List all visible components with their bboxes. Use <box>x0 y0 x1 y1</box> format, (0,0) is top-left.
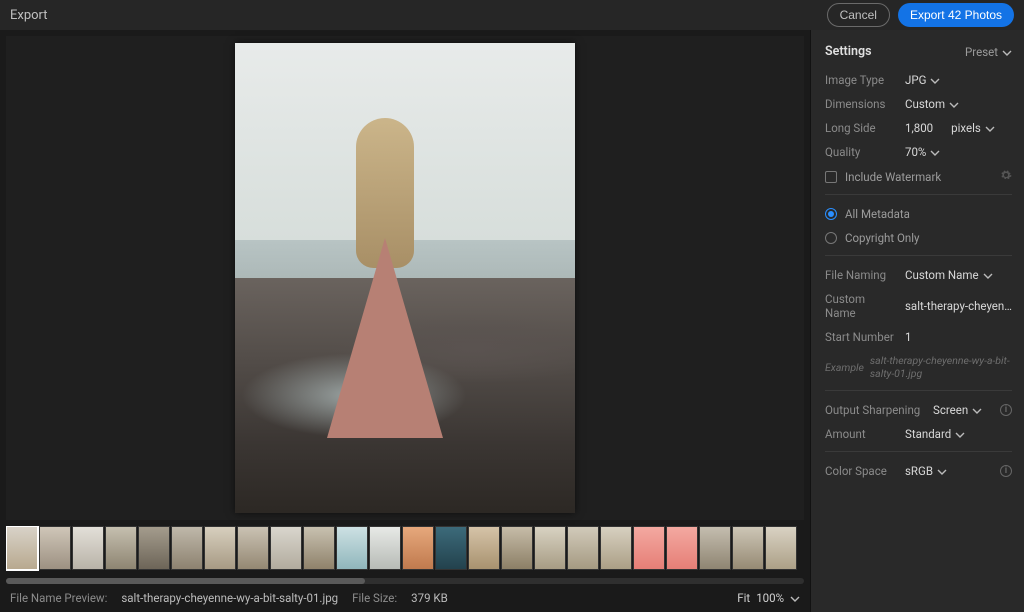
file-naming-select[interactable]: Custom Name <box>905 268 993 282</box>
chevron-down-icon <box>790 593 800 603</box>
filesize-value: 379 KB <box>411 591 448 605</box>
image-type-select[interactable]: JPG <box>905 73 940 87</box>
dimensions-select[interactable]: Custom <box>905 97 959 111</box>
thumbnail[interactable] <box>105 526 137 570</box>
amount-select[interactable]: Standard <box>905 427 965 441</box>
thumbnail[interactable] <box>666 526 698 570</box>
info-icon[interactable]: i <box>1000 404 1012 416</box>
filesize-label: File Size: <box>352 591 397 605</box>
start-number-label: Start Number <box>825 330 897 344</box>
color-space-label: Color Space <box>825 464 897 478</box>
info-icon[interactable]: i <box>1000 465 1012 477</box>
titlebar: Export Cancel Export 42 Photos <box>0 0 1024 30</box>
chevron-down-icon <box>937 466 947 476</box>
settings-panel: Settings Preset Image Type JPG Dimension… <box>810 30 1024 612</box>
thumbnail[interactable] <box>468 526 500 570</box>
thumbnail[interactable] <box>699 526 731 570</box>
thumbnail[interactable] <box>204 526 236 570</box>
filename-preview-value: salt-therapy-cheyenne-wy-a-bit-salty-01.… <box>121 591 338 605</box>
chevron-down-icon <box>955 429 965 439</box>
thumbnail[interactable] <box>171 526 203 570</box>
long-side-unit-select[interactable]: pixels <box>951 121 995 135</box>
thumbnail[interactable] <box>303 526 335 570</box>
gear-icon[interactable] <box>1000 169 1012 184</box>
custom-name-label: Custom Name <box>825 292 897 320</box>
chevron-down-icon <box>930 75 940 85</box>
image-type-label: Image Type <box>825 73 897 87</box>
export-button[interactable]: Export 42 Photos <box>898 3 1014 27</box>
chevron-down-icon <box>1002 47 1012 57</box>
output-sharpening-label: Output Sharpening <box>825 403 925 417</box>
thumbnail[interactable] <box>270 526 302 570</box>
thumbnail[interactable] <box>501 526 533 570</box>
start-number-value[interactable]: 1 <box>905 330 911 344</box>
dimensions-label: Dimensions <box>825 97 897 111</box>
metadata-copyright-label: Copyright Only <box>845 231 919 245</box>
cancel-button[interactable]: Cancel <box>827 3 890 27</box>
chevron-down-icon <box>930 147 940 157</box>
thumbnail-strip <box>6 526 804 574</box>
thumbnail[interactable] <box>732 526 764 570</box>
custom-name-value[interactable]: salt-therapy-cheyenne-wy-a-b <box>905 299 1012 313</box>
thumbnail[interactable] <box>435 526 467 570</box>
example-value: salt-therapy-cheyenne-wy-a-bit-salty-01.… <box>870 354 1012 380</box>
output-sharpening-select[interactable]: Screen <box>933 403 982 417</box>
filename-preview-label: File Name Preview: <box>10 591 107 605</box>
thumbnail[interactable] <box>237 526 269 570</box>
thumbnail[interactable] <box>336 526 368 570</box>
preview-image[interactable] <box>235 43 575 513</box>
chevron-down-icon <box>983 270 993 280</box>
preview-stage <box>6 36 804 520</box>
settings-heading: Settings <box>825 44 872 59</box>
thumbnail[interactable] <box>72 526 104 570</box>
metadata-copyright-radio[interactable] <box>825 232 837 244</box>
preset-select[interactable]: Preset <box>965 45 1012 59</box>
preset-label: Preset <box>965 45 998 59</box>
long-side-label: Long Side <box>825 121 897 135</box>
file-naming-label: File Naming <box>825 268 897 282</box>
scrollbar-handle[interactable] <box>6 578 365 584</box>
window-title: Export <box>10 8 48 23</box>
footer: File Name Preview: salt-therapy-cheyenne… <box>0 584 810 612</box>
thumbnail[interactable] <box>633 526 665 570</box>
chevron-down-icon <box>985 123 995 133</box>
titlebar-actions: Cancel Export 42 Photos <box>827 3 1014 27</box>
thumbnail[interactable] <box>534 526 566 570</box>
quality-select[interactable]: 70% <box>905 145 940 159</box>
metadata-all-label: All Metadata <box>845 207 910 221</box>
zoom-fit-select[interactable]: Fit 100% <box>737 591 800 605</box>
chevron-down-icon <box>949 99 959 109</box>
fit-label: Fit <box>737 591 750 605</box>
thumbnail[interactable] <box>567 526 599 570</box>
color-space-select[interactable]: sRGB <box>905 464 947 478</box>
thumbnail[interactable] <box>369 526 401 570</box>
amount-label: Amount <box>825 427 897 441</box>
watermark-checkbox[interactable] <box>825 171 837 183</box>
thumbnail[interactable] <box>402 526 434 570</box>
long-side-value[interactable]: 1,800 <box>905 121 933 135</box>
example-label: Example <box>825 361 864 374</box>
metadata-all-radio[interactable] <box>825 208 837 220</box>
fit-value: 100% <box>756 591 784 605</box>
thumbnail-scrollbar[interactable] <box>6 578 804 584</box>
watermark-label: Include Watermark <box>845 170 941 184</box>
thumbnail[interactable] <box>6 526 38 570</box>
quality-label: Quality <box>825 145 897 159</box>
thumbnail[interactable] <box>600 526 632 570</box>
chevron-down-icon <box>972 405 982 415</box>
thumbnail[interactable] <box>765 526 797 570</box>
thumbnail[interactable] <box>138 526 170 570</box>
thumbnail[interactable] <box>39 526 71 570</box>
